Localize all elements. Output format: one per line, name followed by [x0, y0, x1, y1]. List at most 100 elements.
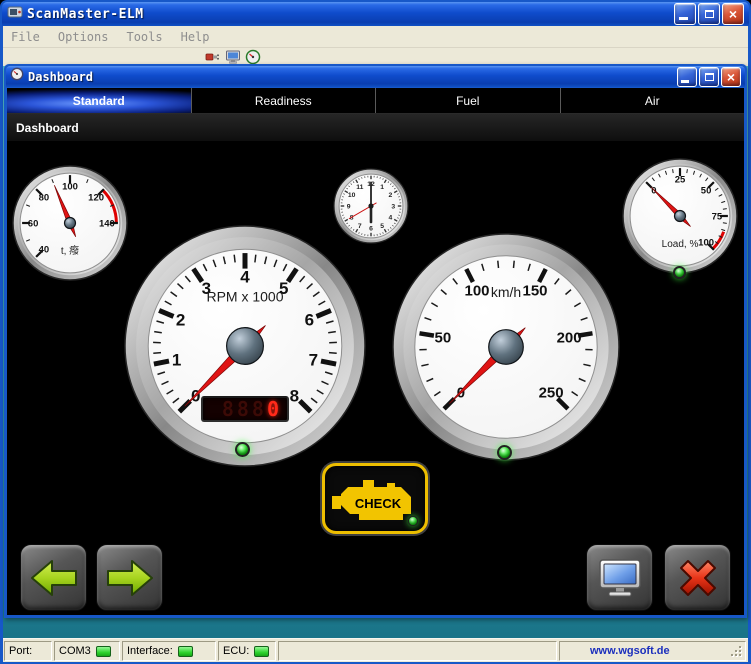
- prev-page-button[interactable]: [20, 544, 87, 611]
- speed-status-led: [497, 445, 512, 460]
- dashboard-maximize-button[interactable]: [699, 67, 719, 87]
- menu-bar: File Options Tools Help: [3, 26, 748, 48]
- port-label: Port:: [9, 645, 32, 657]
- dashboard-window-title: Dashboard: [28, 70, 93, 84]
- speed-gauge: 050100150200250km/h: [392, 233, 620, 466]
- svg-text:75: 75: [712, 211, 723, 222]
- status-bar: Port: COM3 Interface: ECU: www.wgsoft.de: [3, 638, 748, 662]
- website-link[interactable]: www.wgsoft.de: [564, 645, 670, 657]
- svg-text:6: 6: [305, 310, 314, 329]
- interface-label: Interface:: [127, 645, 173, 657]
- dashboard-canvas: 406080100120140t, 癈 123456789101112 0255…: [7, 141, 744, 615]
- status-empty-panel: [278, 641, 557, 661]
- status-interface-panel: Interface:: [122, 641, 216, 661]
- svg-text:80: 80: [39, 192, 50, 203]
- minimize-button[interactable]: [674, 3, 696, 25]
- interface-status-led: [178, 646, 193, 657]
- dashboard-header-label: Dashboard: [16, 121, 79, 135]
- svg-text:RPM x 1000: RPM x 1000: [206, 289, 283, 305]
- rpm-gauge: 012345678RPM x 1000: [124, 225, 366, 472]
- app-icon: [7, 4, 23, 25]
- red-x-icon: [675, 555, 721, 601]
- status-website-panel: www.wgsoft.de: [559, 641, 746, 661]
- monitor-icon[interactable]: [225, 49, 241, 65]
- svg-text:140: 140: [99, 218, 115, 229]
- svg-text:8: 8: [290, 386, 299, 405]
- tab-readiness-label: Readiness: [255, 94, 312, 108]
- svg-text:120: 120: [88, 192, 104, 203]
- svg-text:2: 2: [176, 310, 185, 329]
- tab-standard-label: Standard: [73, 94, 125, 108]
- load-status-led: [673, 266, 686, 279]
- gauge-icon[interactable]: [245, 49, 261, 65]
- tab-standard[interactable]: Standard: [7, 88, 192, 113]
- minimize-icon: [681, 80, 689, 83]
- svg-text:50: 50: [435, 329, 452, 346]
- tab-fuel[interactable]: Fuel: [376, 88, 561, 113]
- maximize-button[interactable]: [698, 3, 720, 25]
- svg-text:100: 100: [464, 283, 489, 300]
- arrow-right-icon: [106, 559, 154, 597]
- svg-text:9: 9: [347, 203, 351, 210]
- svg-text:250: 250: [539, 385, 564, 402]
- svg-text:4: 4: [389, 215, 393, 222]
- coolant-temp-gauge: 406080100120140t, 癈: [12, 165, 128, 286]
- svg-text:200: 200: [557, 329, 582, 346]
- monitor-screen-icon: [597, 558, 643, 598]
- svg-text:t, 癈: t, 癈: [61, 244, 79, 257]
- svg-text:km/h: km/h: [491, 284, 521, 300]
- check-engine-led: [408, 516, 418, 526]
- ecu-status-led: [254, 646, 269, 657]
- menu-options[interactable]: Options: [58, 30, 109, 44]
- resize-grip[interactable]: [729, 644, 743, 658]
- svg-text:100: 100: [698, 238, 714, 249]
- ecu-label: ECU:: [223, 645, 249, 657]
- menu-tools[interactable]: Tools: [126, 30, 162, 44]
- svg-text:6: 6: [369, 226, 373, 233]
- dashboard-content: Standard Readiness Fuel Air Dashboard 40…: [7, 88, 744, 615]
- dashboard-header: Dashboard: [7, 114, 744, 141]
- status-ecu-panel: ECU:: [218, 641, 276, 661]
- rpm-status-led: [235, 442, 250, 457]
- check-engine-indicator: CHECK: [322, 463, 428, 534]
- rpm-digital-display: 8880: [201, 396, 289, 422]
- main-window-title: ScanMaster-ELM: [27, 7, 144, 22]
- digital-value: 0: [267, 397, 282, 421]
- svg-text:150: 150: [522, 283, 547, 300]
- svg-text:2: 2: [389, 192, 393, 199]
- main-titlebar[interactable]: ScanMaster-ELM ×: [2, 2, 749, 26]
- svg-text:Load, %: Load, %: [662, 239, 699, 250]
- close-dashboard-button[interactable]: [664, 544, 731, 611]
- svg-text:25: 25: [675, 175, 686, 186]
- tab-readiness[interactable]: Readiness: [192, 88, 377, 113]
- maximize-icon: [705, 10, 714, 18]
- connect-icon[interactable]: [205, 49, 221, 65]
- dashboard-close-button[interactable]: ×: [721, 67, 741, 87]
- svg-text:40: 40: [39, 245, 50, 256]
- next-page-button[interactable]: [96, 544, 163, 611]
- engine-load-gauge: 0255075100Load, %: [622, 158, 738, 279]
- status-port-panel: Port:: [4, 641, 52, 661]
- menu-help[interactable]: Help: [181, 30, 210, 44]
- digital-ghost-digits: 888: [222, 397, 267, 421]
- display-settings-button[interactable]: [586, 544, 653, 611]
- minimize-icon: [679, 17, 688, 20]
- dashboard-window: Dashboard × Standard Readiness Fuel Air …: [4, 64, 747, 618]
- svg-text:4: 4: [240, 267, 250, 286]
- tab-fuel-label: Fuel: [456, 94, 479, 108]
- maximize-icon: [705, 73, 714, 81]
- svg-text:1: 1: [172, 351, 181, 370]
- arrow-left-icon: [30, 559, 78, 597]
- svg-text:100: 100: [62, 182, 78, 193]
- menu-file[interactable]: File: [11, 30, 40, 44]
- dashboard-titlebar[interactable]: Dashboard ×: [6, 66, 745, 87]
- status-com-panel: COM3: [54, 641, 120, 661]
- svg-text:1: 1: [380, 184, 384, 191]
- port-status-led: [96, 646, 111, 657]
- tab-air[interactable]: Air: [561, 88, 745, 113]
- dashboard-minimize-button[interactable]: [677, 67, 697, 87]
- close-button[interactable]: ×: [722, 3, 744, 25]
- svg-text:3: 3: [391, 203, 395, 210]
- check-engine-label: CHECK: [355, 496, 402, 511]
- tab-bar: Standard Readiness Fuel Air: [7, 88, 744, 114]
